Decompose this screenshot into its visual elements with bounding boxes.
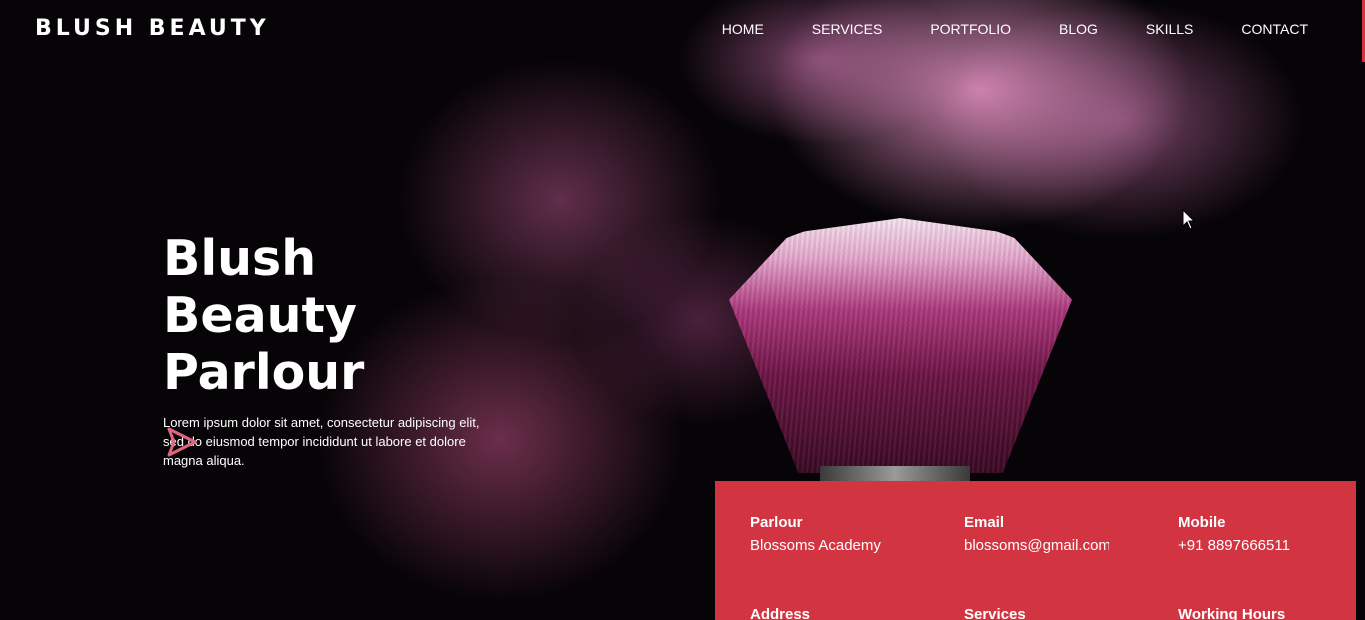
info-mobile: Mobile +91 8897666511 [1178,514,1356,556]
info-value[interactable]: blossoms@gmail.com [964,536,1109,556]
info-value: Blossoms Academy [750,537,881,554]
hero-content: Blush Beauty Parlour Lorem ipsum dolor s… [163,230,493,470]
mouse-cursor-icon [1182,208,1196,236]
play-button[interactable] [166,426,198,458]
play-triangle-icon [167,427,197,457]
nav-link-skills[interactable]: SKILLS [1146,21,1193,37]
hero-title-line-1: Blush Beauty [163,230,357,344]
nav-links: HOME SERVICES PORTFOLIO BLOG SKILLS CONT… [722,21,1308,37]
nav-link-blog[interactable]: BLOG [1059,21,1098,37]
info-working-hours: Working Hours [1178,606,1356,620]
info-label: Parlour [750,514,803,531]
info-services: Services [964,606,1144,620]
info-value[interactable]: +91 8897666511 [1178,536,1323,556]
info-parlour: Parlour Blossoms Academy [750,514,930,556]
info-email: Email blossoms@gmail.com [964,514,1144,556]
contact-info-panel: Parlour Blossoms Academy Email blossoms@… [715,481,1356,620]
nav-link-portfolio[interactable]: PORTFOLIO [930,21,1011,37]
makeup-brush-ferrule [820,466,970,482]
info-label: Working Hours [1178,606,1286,620]
nav-link-contact[interactable]: CONTACT [1241,21,1308,37]
hero-description: Lorem ipsum dolor sit amet, consectetur … [163,415,480,468]
info-address: Address [750,606,930,620]
top-navigation: BLUSH BEAUTY HOME SERVICES PORTFOLIO BLO… [0,0,1365,58]
hero-title: Blush Beauty Parlour [163,230,493,401]
info-label: Address [750,606,811,620]
info-label: Services [964,606,1026,620]
info-label: Mobile [1178,514,1226,531]
brand-logo[interactable]: BLUSH BEAUTY [35,16,270,41]
hero-title-line-2: Parlour [163,344,365,401]
nav-link-services[interactable]: SERVICES [812,21,883,37]
nav-link-home[interactable]: HOME [722,21,764,37]
makeup-brush-image [728,218,1073,473]
info-label: Email [964,514,1005,531]
